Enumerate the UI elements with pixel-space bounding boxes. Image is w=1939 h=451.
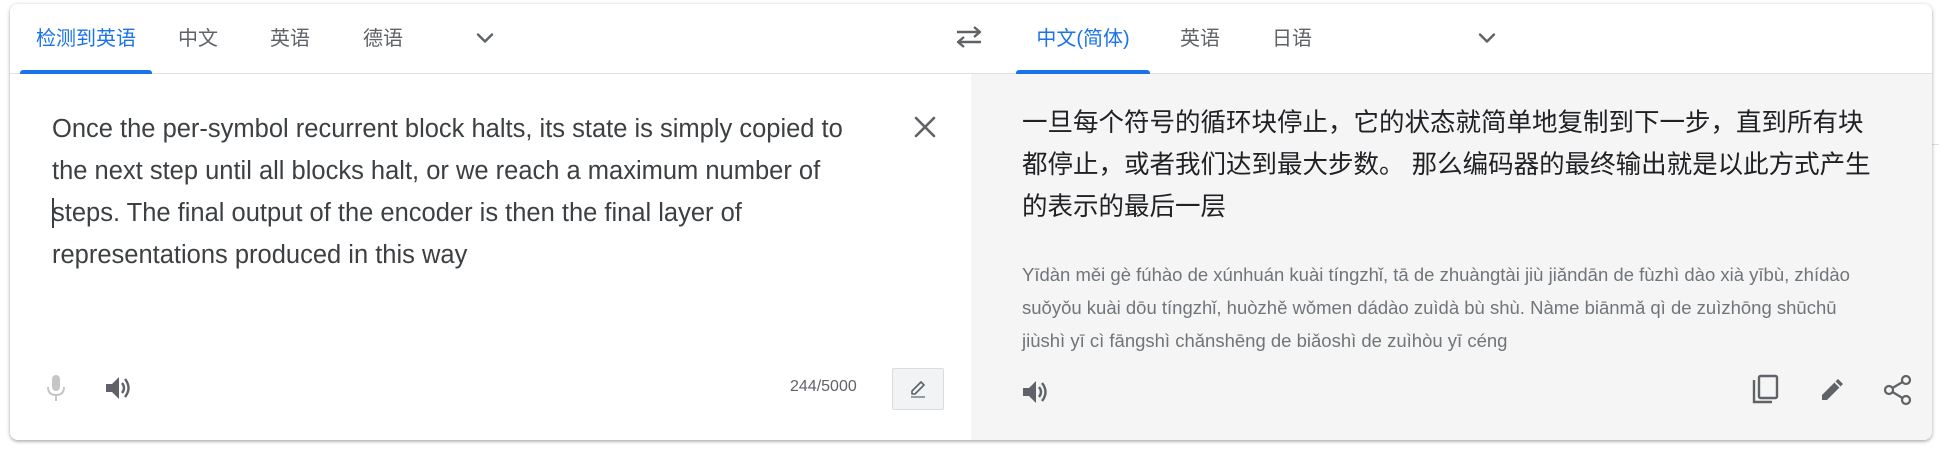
pencil-icon: [911, 381, 925, 398]
source-pane: Once the per-symbol recurrent block halt…: [10, 74, 971, 440]
chevron-down-icon[interactable]: [1475, 26, 1499, 50]
close-icon[interactable]: [910, 112, 940, 142]
microphone-icon[interactable]: [38, 370, 74, 406]
text-caret: [52, 198, 54, 228]
copy-icon[interactable]: [1747, 372, 1783, 408]
target-pane: 一旦每个符号的循环块停止，它的状态就简单地复制到下一步，直到所有块都停止，或者我…: [971, 74, 1932, 440]
translate-page: 检测到英语 中文 英语 德语 中文(简体) 英语 日语 Once the per…: [0, 0, 1939, 451]
target-tab-english[interactable]: 英语: [1170, 4, 1230, 73]
source-tab-english[interactable]: 英语: [260, 4, 320, 73]
source-text-input[interactable]: Once the per-symbol recurrent block halt…: [52, 108, 882, 276]
speaker-icon[interactable]: [100, 370, 136, 406]
source-tab-chinese[interactable]: 中文: [168, 4, 228, 73]
translated-text: 一旦每个符号的循环块停止，它的状态就简单地复制到下一步，直到所有块都停止，或者我…: [1022, 109, 1871, 221]
share-icon[interactable]: [1880, 372, 1916, 408]
chevron-down-icon[interactable]: [473, 26, 497, 50]
pencil-icon[interactable]: [1814, 372, 1850, 408]
source-tab-german[interactable]: 德语: [353, 4, 413, 73]
handwriting-button[interactable]: [892, 368, 944, 410]
target-tab-japanese[interactable]: 日语: [1262, 4, 1322, 73]
language-bar: 检测到英语 中文 英语 德语 中文(简体) 英语 日语: [10, 4, 1932, 74]
character-count: 244/5000: [790, 378, 857, 395]
speaker-icon[interactable]: [1017, 374, 1053, 410]
swap-languages-icon[interactable]: [954, 24, 984, 50]
target-tab-chinese-simplified[interactable]: 中文(简体): [1016, 4, 1150, 74]
source-tab-detected-english[interactable]: 检测到英语: [20, 4, 152, 74]
pinyin-transliteration: Yīdàn měi gè fúhào de xúnhuán kuài tíngz…: [1022, 264, 1850, 351]
translator-card: 检测到英语 中文 英语 德语 中文(简体) 英语 日语 Once the per…: [10, 4, 1932, 440]
